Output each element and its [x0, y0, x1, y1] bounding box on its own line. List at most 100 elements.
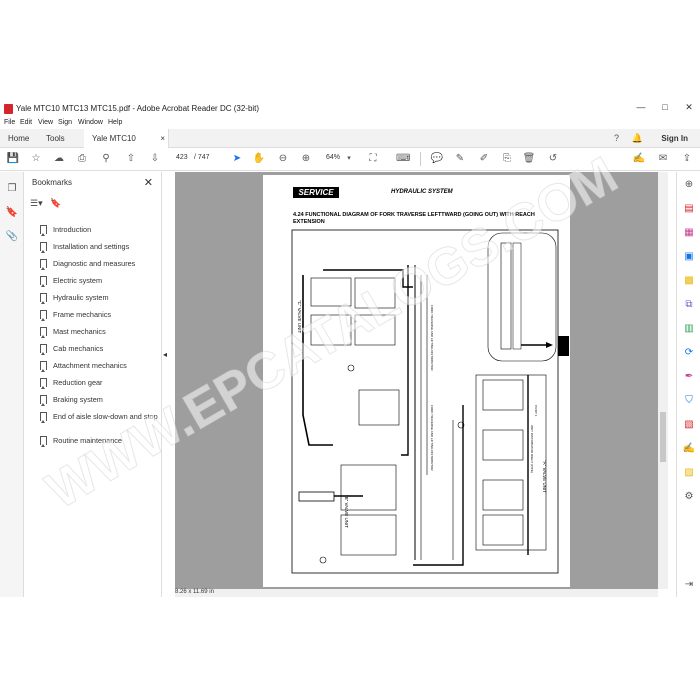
sign-icon[interactable]: ✍	[632, 152, 646, 166]
bookmark-cab[interactable]: Cab mechanics	[38, 341, 158, 358]
bookmark-braking[interactable]: Braking system	[38, 392, 158, 409]
email-icon[interactable]: ✉	[656, 152, 670, 166]
acrobat-icon	[4, 104, 13, 114]
bookmark-diagnostic[interactable]: Diagnostic and measures	[38, 256, 158, 273]
sign-in-button[interactable]: Sign In	[661, 129, 688, 148]
collapse-right-panel-icon[interactable]: ⇥	[682, 578, 696, 592]
close-window-button[interactable]: ✕	[682, 102, 696, 115]
pdf-page: SERVICE HYDRAULIC SYSTEM 4.24 FUNCTIONAL…	[263, 175, 570, 587]
fill-sign-icon[interactable]: ✒	[682, 370, 696, 384]
vertical-scrollbar[interactable]	[658, 172, 668, 589]
bookmark-attachment[interactable]: Attachment mechanics	[38, 358, 158, 375]
undo-icon[interactable]: ↺	[546, 152, 560, 166]
horizontal-scrollbar[interactable]	[175, 589, 658, 597]
bookmarks-icon[interactable]: 🔖	[5, 206, 19, 220]
highlight-pen-icon[interactable]: ✎	[453, 152, 467, 166]
pivot-label: PIVOT 1	[534, 405, 538, 417]
organize-pages-icon[interactable]: ▥	[682, 322, 696, 336]
zoom-in-icon[interactable]: ⊕	[299, 152, 313, 166]
bookmark-icon	[40, 293, 47, 304]
collapse-panel-icon[interactable]: ◂	[163, 350, 167, 359]
close-bookmarks-icon[interactable]: ✕	[144, 176, 153, 189]
stamp-icon[interactable]: ⎘	[500, 152, 514, 166]
stamp-tool-icon[interactable]: ▨	[682, 466, 696, 480]
bookmark-list: Introduction Installation and settings D…	[38, 222, 158, 450]
minimize-button[interactable]: —	[634, 102, 648, 115]
previous-page-icon[interactable]: ⇧	[124, 152, 138, 166]
comment-icon[interactable]: 💬	[430, 152, 444, 166]
menu-edit[interactable]: Edit	[20, 119, 32, 126]
help-icon[interactable]: ?	[610, 132, 623, 145]
attachments-icon[interactable]: 📎	[5, 230, 19, 244]
zoom-level-select[interactable]: 64%	[326, 154, 340, 161]
bookmarks-panel: Bookmarks ✕ ☰▾ 🔖 Introduction Installati…	[24, 172, 162, 597]
menu-file[interactable]: File	[4, 119, 15, 126]
bookmark-icon	[40, 327, 47, 338]
share-icon[interactable]: ⇪	[680, 152, 694, 166]
bookmark-icon	[40, 276, 47, 287]
zoom-out-icon[interactable]: ⊖	[276, 152, 290, 166]
bookmark-frame[interactable]: Frame mechanics	[38, 307, 158, 324]
scan-ocr-icon[interactable]: ⟳	[682, 346, 696, 360]
tab-document[interactable]: Yale MTC10 MTC13... ×	[84, 129, 169, 162]
tab-home[interactable]: Home	[8, 129, 29, 148]
current-page-input[interactable]: 423	[176, 154, 188, 161]
scrollbar-thumb[interactable]	[660, 412, 666, 462]
delete-icon[interactable]: 🗑	[522, 152, 536, 166]
total-pages: / 747	[194, 154, 210, 161]
bookmark-icon	[40, 412, 47, 423]
right-tools-rail: ⊕ ▤ ▦ ▣ ▩ ⧉ ▥ ⟳ ✒ ⛉ ▧ ✍ ▨ ⚙ ⇥	[676, 172, 700, 597]
bookmark-mast[interactable]: Mast mechanics	[38, 324, 158, 341]
close-tab-icon[interactable]: ×	[160, 129, 165, 148]
more-tools-icon[interactable]: ⚙	[682, 490, 696, 504]
bookmark-reduction-gear[interactable]: Reduction gear	[38, 375, 158, 392]
protect-icon[interactable]: ⛉	[682, 394, 696, 408]
hand-tool-icon[interactable]: ✋	[252, 152, 266, 166]
print-icon[interactable]: ⎙	[75, 152, 89, 166]
menu-window[interactable]: Window	[78, 119, 103, 126]
tab-tools[interactable]: Tools	[46, 129, 65, 148]
prepare-form-icon[interactable]: ▧	[682, 418, 696, 432]
comment-tool-icon[interactable]: ▩	[682, 274, 696, 288]
window-title: Yale MTC10 MTC13 MTC15.pdf - Adobe Acrob…	[16, 104, 260, 113]
chevron-down-icon[interactable]: ▾	[342, 152, 356, 166]
bookmark-icon	[40, 310, 47, 321]
bookmark-icon	[40, 395, 47, 406]
bookmark-routine-maintenance[interactable]: Routine maintenance	[38, 433, 158, 450]
maximize-button[interactable]: □	[658, 102, 672, 115]
export-pdf-icon[interactable]: ▤	[682, 202, 696, 216]
bookmark-end-of-aisle[interactable]: End of aisle slow-down and stop	[38, 409, 158, 433]
create-pdf-icon[interactable]: ▦	[682, 226, 696, 240]
hydraulic-diagram: "C" VALVE UNIT "B" VALVE UNIT "A" VALVE …	[291, 229, 559, 574]
search-icon[interactable]: ⚲	[99, 152, 113, 166]
send-for-signature-icon[interactable]: ✍	[682, 442, 696, 456]
bookmark-icon	[40, 361, 47, 372]
bookmark-hydraulic[interactable]: Hydraulic system	[38, 290, 158, 307]
zoom-search-icon[interactable]: ⊕	[682, 178, 696, 192]
edit-pdf-icon[interactable]: ▣	[682, 250, 696, 264]
page-thumbnails-icon[interactable]: ❐	[5, 182, 19, 196]
bookmark-options-icon[interactable]: ☰▾ 🔖	[30, 198, 61, 209]
keyboard-icon[interactable]: ⌨	[396, 152, 410, 166]
fork-distributor-label: FORK TRAVERSE AND LIFTING DISTRIBUTOR	[430, 305, 434, 371]
next-page-icon[interactable]: ⇩	[148, 152, 162, 166]
notification-bell-icon[interactable]: 🔔	[631, 132, 644, 145]
draw-icon[interactable]: ✐	[477, 152, 491, 166]
upload-cloud-icon[interactable]: ☁	[52, 152, 66, 166]
document-viewport[interactable]: SERVICE HYDRAULIC SYSTEM 4.24 FUNCTIONAL…	[175, 172, 658, 589]
save-icon[interactable]: 💾	[6, 152, 20, 166]
bookmark-introduction[interactable]: Introduction	[38, 222, 158, 239]
c-valve-label: "C" VALVE UNIT	[297, 300, 302, 334]
fit-page-icon[interactable]: ⛶	[366, 152, 380, 166]
select-cursor-icon[interactable]: ➤	[230, 152, 244, 166]
bookmark-star-icon[interactable]: ☆	[29, 152, 43, 166]
combine-files-icon[interactable]: ⧉	[682, 298, 696, 312]
menu-sign[interactable]: Sign	[58, 119, 72, 126]
bookmark-icon	[40, 225, 47, 236]
bookmark-installation[interactable]: Installation and settings	[38, 239, 158, 256]
menu-help[interactable]: Help	[108, 119, 122, 126]
a-valve-label: "A" VALVE UNIT	[542, 460, 547, 493]
menu-view[interactable]: View	[38, 119, 53, 126]
title-bar: Yale MTC10 MTC13 MTC15.pdf - Adobe Acrob…	[0, 100, 700, 117]
bookmark-electric[interactable]: Electric system	[38, 273, 158, 290]
